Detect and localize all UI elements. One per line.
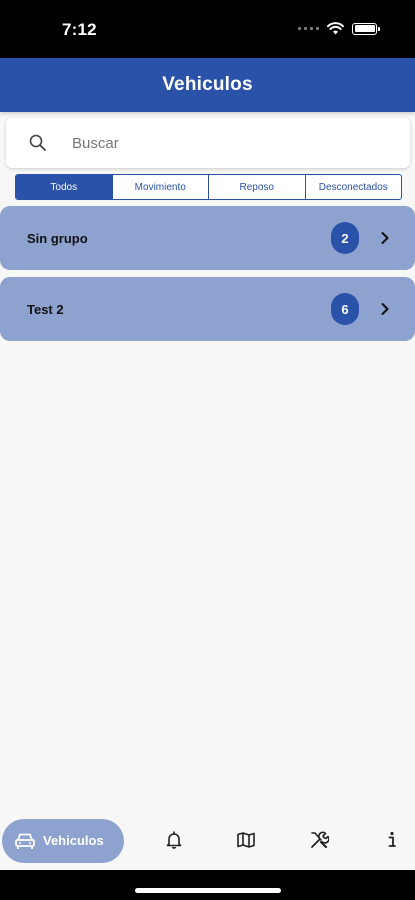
app-bar: Vehiculos (0, 58, 415, 112)
filter-tab-reposo[interactable]: Reposo (208, 175, 305, 199)
chevron-right-icon (381, 232, 389, 244)
nav-vehicles-button[interactable]: Vehiculos (2, 819, 124, 863)
filter-tab-todos[interactable]: Todos (16, 175, 112, 199)
home-indicator[interactable] (135, 888, 281, 893)
group-item-test-2[interactable]: Test 2 6 (0, 277, 415, 341)
map-icon[interactable] (236, 830, 256, 850)
filter-tab-desconectados[interactable]: Desconectados (304, 175, 402, 199)
info-icon[interactable] (382, 830, 402, 850)
bottom-nav: Vehiculos (0, 812, 415, 870)
search-input[interactable] (72, 127, 392, 159)
group-label: Test 2 (27, 301, 64, 317)
wifi-icon (327, 22, 344, 35)
search-box[interactable] (6, 118, 410, 168)
filter-tabs: Todos Movimiento Reposo Desconectados (15, 174, 402, 200)
status-icons (298, 22, 380, 35)
car-icon (15, 833, 35, 849)
bell-icon[interactable] (164, 830, 184, 850)
home-bar-area (0, 870, 415, 900)
tools-icon[interactable] (309, 830, 329, 850)
group-count-badge: 6 (331, 293, 359, 325)
search-icon (29, 134, 46, 151)
status-bar: 7:12 (0, 0, 415, 58)
page-title: Vehiculos (162, 74, 253, 95)
group-count-badge: 2 (331, 222, 359, 254)
chevron-right-icon (381, 303, 389, 315)
group-item-sin-grupo[interactable]: Sin grupo 2 (0, 206, 415, 270)
signal-dots-icon (298, 27, 319, 30)
battery-icon (352, 22, 380, 35)
nav-vehicles-label: Vehiculos (43, 833, 104, 848)
filter-tab-movimiento[interactable]: Movimiento (111, 175, 209, 199)
status-time: 7:12 (62, 20, 97, 39)
group-label: Sin grupo (27, 230, 88, 246)
